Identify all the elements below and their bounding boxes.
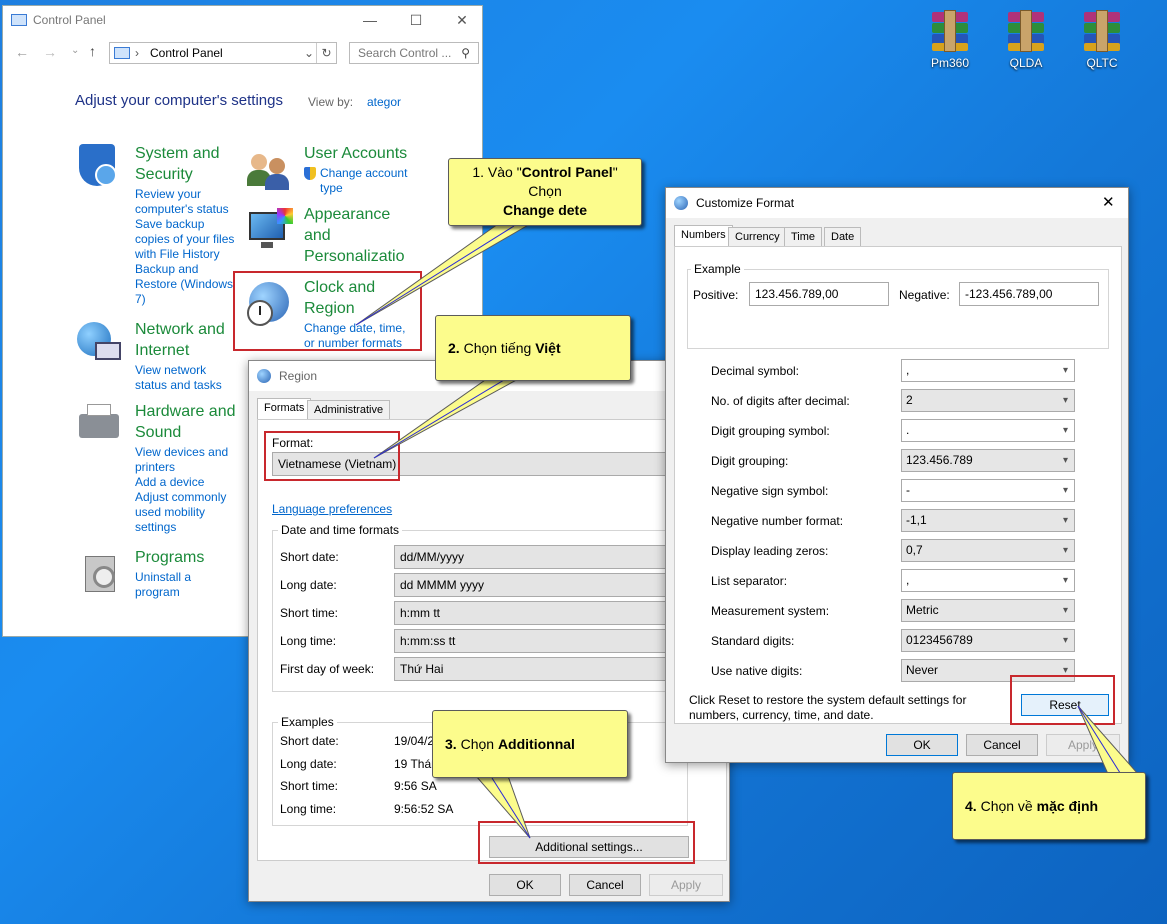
callout4-text-a: 4. bbox=[965, 798, 981, 814]
callout4-text-b: Chọn về bbox=[980, 798, 1037, 814]
callout-step-2: 2. Chọn tiếng Việt bbox=[435, 315, 631, 381]
callout1-line2: Chọn bbox=[528, 183, 562, 199]
callout1-line3: Change dete bbox=[502, 202, 587, 218]
callout-step-4: 4. Chọn về mặc định bbox=[952, 772, 1146, 840]
callout4-line bbox=[1077, 705, 1123, 777]
callout2-text-a: 2. bbox=[448, 340, 464, 356]
callout3-text-b: Chọn bbox=[460, 736, 498, 752]
callout2-line bbox=[373, 379, 505, 459]
callout4-pointer bbox=[1077, 705, 1140, 775]
callout3-pointer bbox=[474, 775, 531, 839]
callout2-text-b: Chọn tiếng bbox=[463, 340, 536, 356]
callout2-pointer bbox=[373, 377, 521, 459]
callout1-line bbox=[355, 225, 515, 326]
callout-step-3: 3. Chọn Additionnal bbox=[432, 710, 628, 778]
callout1-text-b: Control Panel bbox=[521, 164, 613, 180]
callout3-text-a: 3. bbox=[445, 736, 461, 752]
callout4-text-c: mặc định bbox=[1036, 798, 1099, 814]
callout1-text-a: 1. Vào " bbox=[472, 164, 522, 180]
callout2-text-c: Việt bbox=[535, 340, 561, 356]
callout3-text-c: Additionnal bbox=[497, 736, 575, 752]
callout1-pointer bbox=[355, 223, 532, 326]
callout-step-1: 1. Vào "Control Panel" Chọn Change dete bbox=[448, 158, 642, 226]
callout1-text-c: " bbox=[612, 164, 618, 180]
